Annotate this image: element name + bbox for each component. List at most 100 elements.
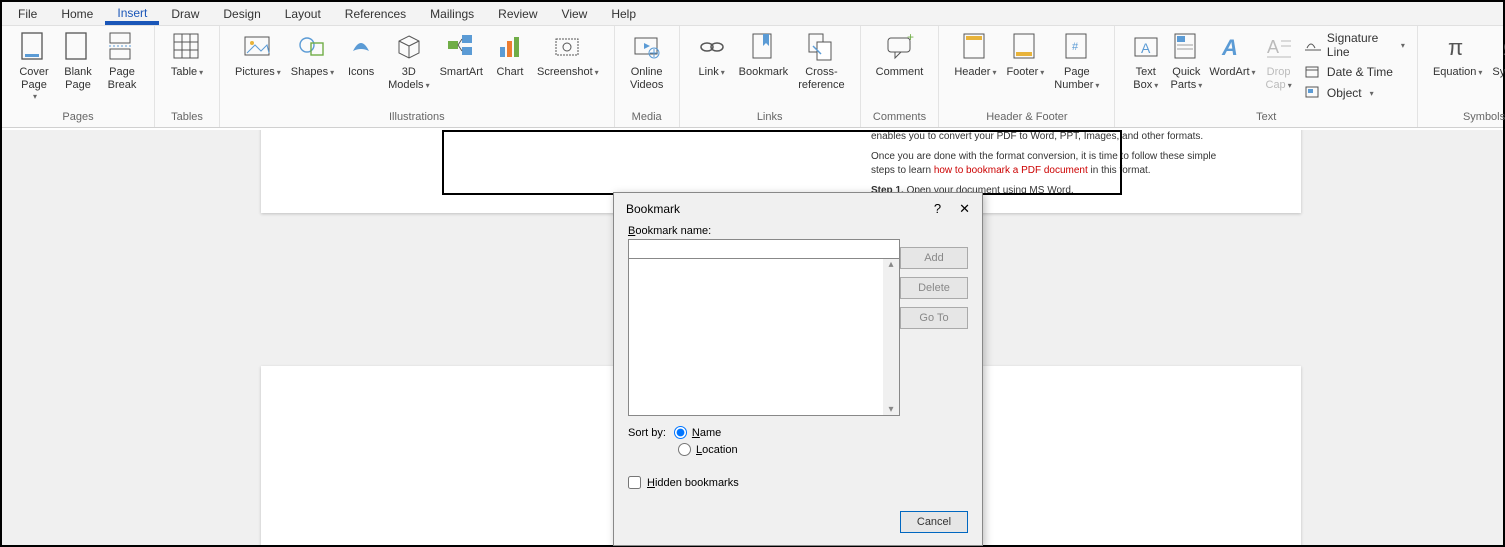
bookmark-dialog: Bookmark ? ✕ Bookmark name: ▴▾ Add Delet…	[613, 192, 983, 546]
group-label-comments: Comments	[871, 109, 929, 127]
dropcap-button[interactable]: A DropCap▾	[1258, 28, 1299, 94]
icons-icon	[344, 30, 378, 64]
icons-button[interactable]: Icons	[339, 28, 383, 81]
dialog-titlebar: Bookmark ? ✕	[614, 193, 982, 225]
comment-button[interactable]: + Comment	[871, 28, 929, 81]
bookmark-list[interactable]: ▴▾	[628, 258, 900, 416]
cover-page-button[interactable]: CoverPage▾	[12, 28, 56, 103]
cross-reference-icon	[804, 30, 838, 64]
menu-review[interactable]: Review	[486, 4, 549, 24]
add-button[interactable]: Add	[900, 247, 968, 269]
help-button[interactable]: ?	[934, 201, 941, 217]
header-icon	[958, 30, 992, 64]
group-illustrations: Pictures▾ Shapes▾ Icons 3DModels▾ SmartA…	[220, 26, 615, 127]
dropcap-icon: A	[1262, 30, 1296, 64]
sort-location-radio[interactable]: Location	[678, 443, 738, 456]
group-label-tables: Tables	[165, 109, 209, 127]
group-label-links: Links	[690, 109, 850, 127]
group-text: A TextBox▾ QuickParts▾ A WordArt▾ A Drop…	[1115, 26, 1418, 127]
shapes-icon	[295, 30, 329, 64]
menu-file[interactable]: File	[6, 4, 49, 24]
page-break-button[interactable]: PageBreak	[100, 28, 144, 94]
close-button[interactable]: ✕	[959, 201, 970, 217]
header-button[interactable]: Header▾	[949, 28, 1001, 81]
3d-models-button[interactable]: 3DModels▾	[383, 28, 434, 94]
pictures-icon	[241, 30, 275, 64]
sortby-label: Sort by:	[628, 427, 666, 439]
datetime-button[interactable]: Date & Time	[1303, 63, 1407, 81]
page-number-icon: #	[1060, 30, 1094, 64]
menu-design[interactable]: Design	[211, 4, 272, 24]
menu-view[interactable]: View	[550, 4, 600, 24]
comment-icon: +	[883, 30, 917, 64]
group-label-illustrations: Illustrations	[230, 109, 604, 127]
omega-icon: Ω	[1497, 30, 1505, 64]
object-button[interactable]: Object▾	[1303, 84, 1407, 102]
chart-button[interactable]: Chart	[488, 28, 532, 81]
delete-button[interactable]: Delete	[900, 277, 968, 299]
pictures-button[interactable]: Pictures▾	[230, 28, 286, 81]
quickparts-button[interactable]: QuickParts▾	[1166, 28, 1207, 94]
smartart-icon	[444, 30, 478, 64]
footer-icon	[1008, 30, 1042, 64]
textbox-button[interactable]: A TextBox▾	[1125, 28, 1166, 94]
group-tables: Table▾ Tables	[155, 26, 220, 127]
pi-icon: π	[1441, 30, 1475, 64]
menu-mailings[interactable]: Mailings	[418, 4, 486, 24]
menu-home[interactable]: Home	[49, 4, 105, 24]
screenshot-icon	[551, 30, 585, 64]
chevron-down-icon: ▾	[199, 68, 203, 77]
svg-text:A: A	[1267, 37, 1279, 57]
scrollbar[interactable]: ▴▾	[883, 259, 899, 415]
page-number-button[interactable]: # PageNumber▾	[1049, 28, 1104, 94]
menu-references[interactable]: References	[333, 4, 418, 24]
smartart-button[interactable]: SmartArt	[435, 28, 488, 81]
svg-text:+: +	[907, 30, 914, 44]
bookmark-button[interactable]: Bookmark	[734, 28, 794, 81]
sort-name-radio[interactable]: Name	[674, 426, 721, 439]
group-label-headerfooter: Header & Footer	[949, 109, 1104, 127]
group-links: Link▾ Bookmark Cross-reference Links	[680, 26, 861, 127]
group-pages: CoverPage▾ BlankPage PageBreak Pages	[2, 26, 155, 127]
wordart-icon: A	[1215, 30, 1249, 64]
cross-reference-button[interactable]: Cross-reference	[793, 28, 849, 94]
bookmark-icon	[746, 30, 780, 64]
svg-text:A: A	[1221, 35, 1238, 60]
cancel-button[interactable]: Cancel	[900, 511, 968, 533]
shapes-button[interactable]: Shapes▾	[286, 28, 339, 81]
signature-line-button[interactable]: Signature Line▾	[1303, 30, 1407, 60]
chevron-down-icon: ▾	[33, 92, 37, 101]
wordart-button[interactable]: A WordArt▾	[1207, 28, 1259, 81]
group-header-footer: Header▾ Footer▾ # PageNumber▾ Header & F…	[939, 26, 1115, 127]
group-media: OnlineVideos Media	[615, 26, 680, 127]
group-label-symbols: Symbols	[1428, 109, 1505, 127]
blank-page-button[interactable]: BlankPage	[56, 28, 100, 94]
textbox-icon: A	[1129, 30, 1163, 64]
menu-layout[interactable]: Layout	[273, 4, 333, 24]
group-label-media: Media	[625, 109, 669, 127]
menu-draw[interactable]: Draw	[159, 4, 211, 24]
menu-help[interactable]: Help	[599, 4, 648, 24]
footer-button[interactable]: Footer▾	[1001, 28, 1049, 81]
dialog-title: Bookmark	[626, 202, 680, 216]
bookmark-name-input[interactable]	[628, 239, 900, 259]
group-comments: + Comment Comments	[861, 26, 940, 127]
link-button[interactable]: Link▾	[690, 28, 734, 81]
table-button[interactable]: Table▾	[165, 28, 209, 81]
online-videos-button[interactable]: OnlineVideos	[625, 28, 669, 94]
symbol-button[interactable]: Ω Symbol▾	[1487, 28, 1505, 81]
screenshot-button[interactable]: Screenshot▾	[532, 28, 604, 81]
menu-insert[interactable]: Insert	[105, 3, 159, 25]
object-icon	[1305, 85, 1321, 101]
bookmark-name-label: ookmark name:	[635, 225, 711, 237]
image-frame[interactable]	[442, 130, 1122, 195]
hidden-bookmarks-checkbox[interactable]	[628, 476, 641, 489]
calendar-icon	[1305, 64, 1321, 80]
group-symbols: π Equation▾ Ω Symbol▾ Symbols	[1418, 26, 1505, 127]
quickparts-icon	[1169, 30, 1203, 64]
cube-icon	[392, 30, 426, 64]
svg-text:π: π	[1448, 35, 1463, 60]
equation-button[interactable]: π Equation▾	[1428, 28, 1487, 81]
video-icon	[630, 30, 664, 64]
goto-button[interactable]: Go To	[900, 307, 968, 329]
